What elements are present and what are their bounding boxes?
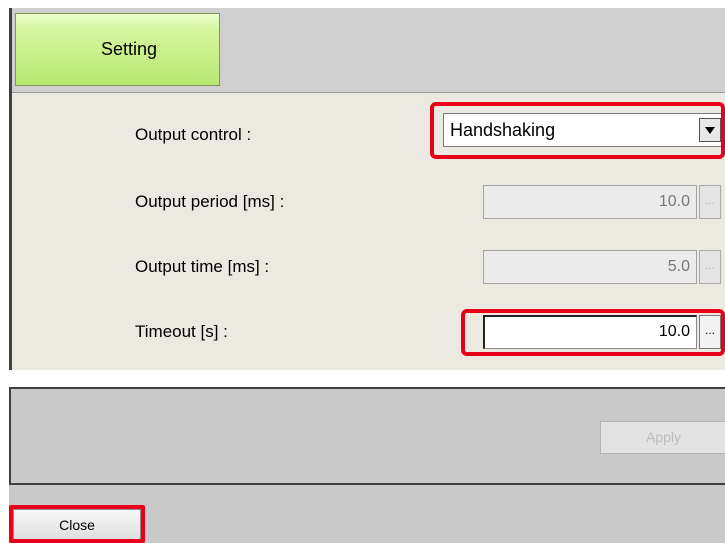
tab-strip: Setting (12, 8, 725, 92)
output-period-field[interactable]: 10.0 (483, 185, 697, 219)
settings-panel: Setting Output control : Handshaking Out… (9, 8, 725, 370)
timeout-ellipsis-button[interactable]: ... (699, 315, 721, 349)
timeout-label: Timeout [s] : (135, 322, 228, 341)
tab-setting[interactable]: Setting (15, 13, 220, 86)
output-control-select[interactable]: Handshaking (443, 113, 725, 147)
output-time-label: Output time [ms] : (135, 257, 270, 276)
output-time-field[interactable]: 5.0 (483, 250, 697, 284)
output-control-label: Output control : (135, 125, 252, 144)
output-period-ellipsis-button[interactable]: ... (699, 185, 721, 219)
tab-divider (12, 92, 725, 93)
apply-panel: Apply (9, 387, 725, 485)
close-button[interactable]: Close (13, 509, 141, 541)
chevron-down-icon[interactable] (699, 118, 721, 142)
tab-setting-label: Setting (101, 39, 158, 59)
output-control-value: Handshaking (450, 120, 556, 140)
output-time-ellipsis-button[interactable]: ... (699, 250, 721, 284)
output-period-label: Output period [ms] : (135, 192, 285, 211)
apply-button[interactable]: Apply (600, 421, 725, 454)
timeout-field[interactable]: 10.0 (483, 315, 697, 349)
